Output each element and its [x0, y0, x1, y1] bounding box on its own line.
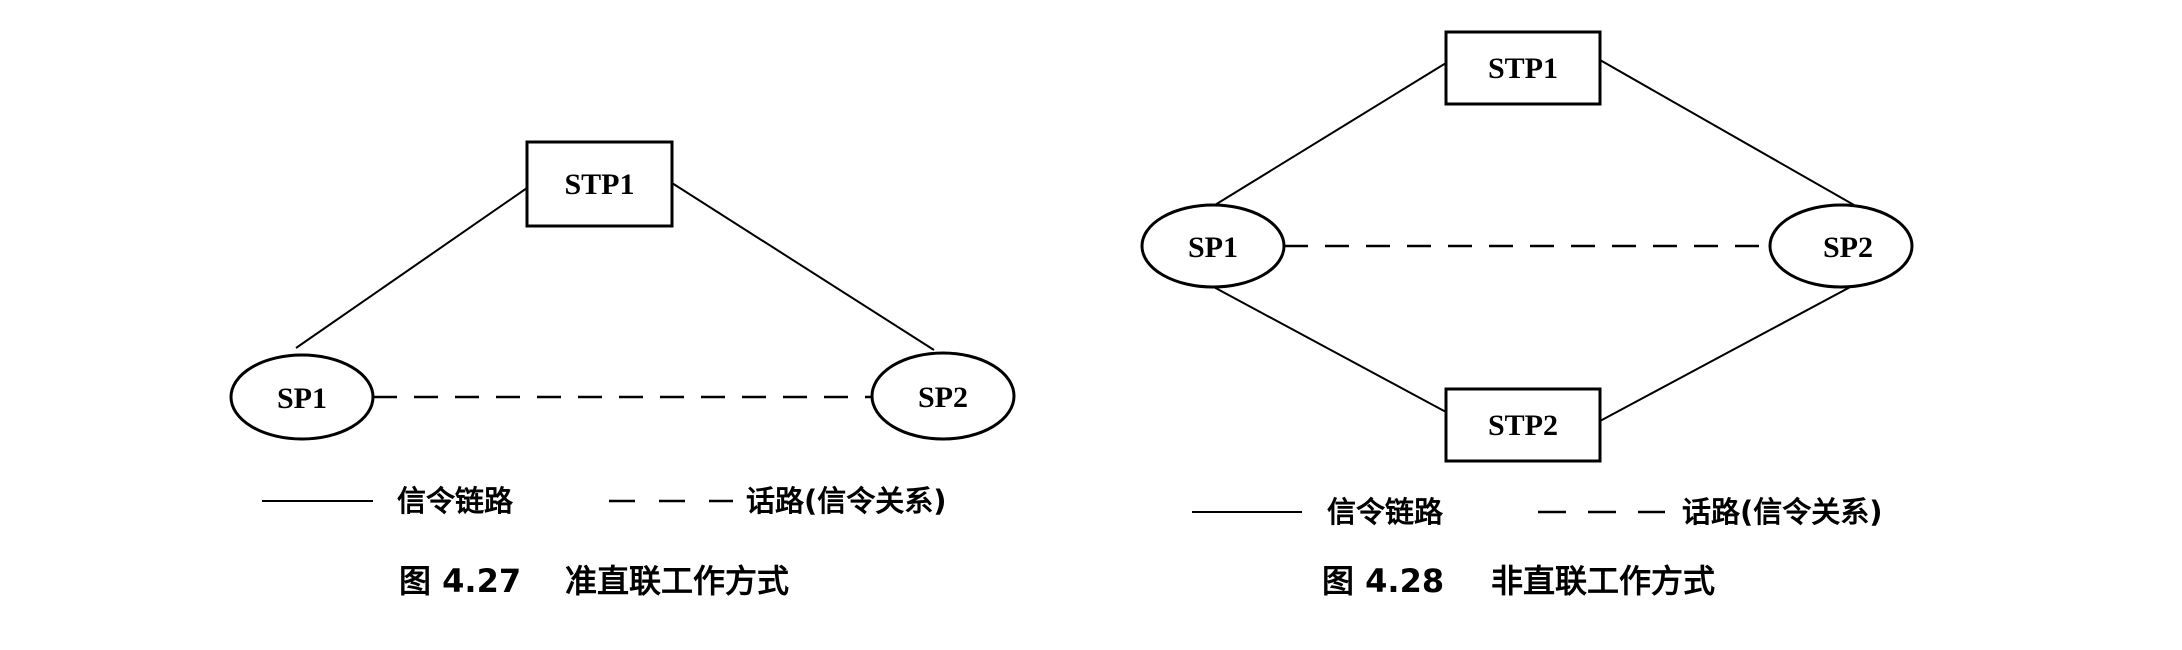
- link-stp1-sp2: [1599, 59, 1855, 206]
- node-sp1: SP1: [1140, 203, 1286, 289]
- caption: 图 4.27 准直联工作方式: [399, 562, 789, 600]
- stp1-label: STP1: [564, 168, 634, 201]
- legend: 信令链路 话路(信令关系): [262, 484, 947, 518]
- link-sp1-stp2: [1209, 284, 1447, 413]
- diagram-canvas: STP1 SP1 SP2 信令链路 话路(信令关系) 图 4.27 准直联工作方…: [229, 30, 1914, 600]
- stp2-label: STP2: [1488, 409, 1558, 442]
- node-stp1: STP1: [1444, 30, 1602, 106]
- legend: 信令链路 话路(信令关系): [1192, 495, 1883, 529]
- caption: 图 4.28 非直联工作方式: [1322, 562, 1715, 600]
- legend-dashed-label: 话路(信令关系): [1682, 495, 1883, 529]
- sp2-label: SP2: [918, 381, 968, 414]
- legend-dashed-label: 话路(信令关系): [746, 484, 947, 518]
- sp1-label: SP1: [277, 382, 327, 415]
- link-sp1-stp1: [1209, 62, 1447, 209]
- node-sp1: SP1: [229, 353, 375, 441]
- caption-title: 准直联工作方式: [565, 562, 789, 600]
- link-sp1-stp1: [295, 187, 528, 349]
- node-sp2: SP2: [1768, 203, 1914, 289]
- figure-4-27: STP1 SP1 SP2 信令链路 话路(信令关系) 图 4.27 准直联工作方…: [229, 140, 1016, 600]
- figure-4-28: STP1 STP2 SP1 SP2 信令链路 话路(信令关系) 图 4.28 非…: [1140, 30, 1914, 600]
- caption-number: 图 4.28: [1322, 562, 1444, 600]
- sp2-label: SP2: [1823, 231, 1873, 264]
- node-sp2: SP2: [870, 351, 1016, 441]
- caption-title: 非直联工作方式: [1491, 562, 1715, 600]
- caption-number: 图 4.27: [399, 562, 521, 600]
- node-stp2: STP2: [1444, 387, 1602, 463]
- stp1-label: STP1: [1488, 52, 1558, 85]
- link-stp1-sp2: [671, 182, 935, 351]
- sp1-label: SP1: [1188, 231, 1238, 264]
- legend-solid-label: 信令链路: [1327, 495, 1444, 529]
- legend-solid-label: 信令链路: [397, 484, 514, 518]
- link-stp2-sp2: [1599, 284, 1855, 422]
- node-stp1: STP1: [525, 140, 674, 228]
